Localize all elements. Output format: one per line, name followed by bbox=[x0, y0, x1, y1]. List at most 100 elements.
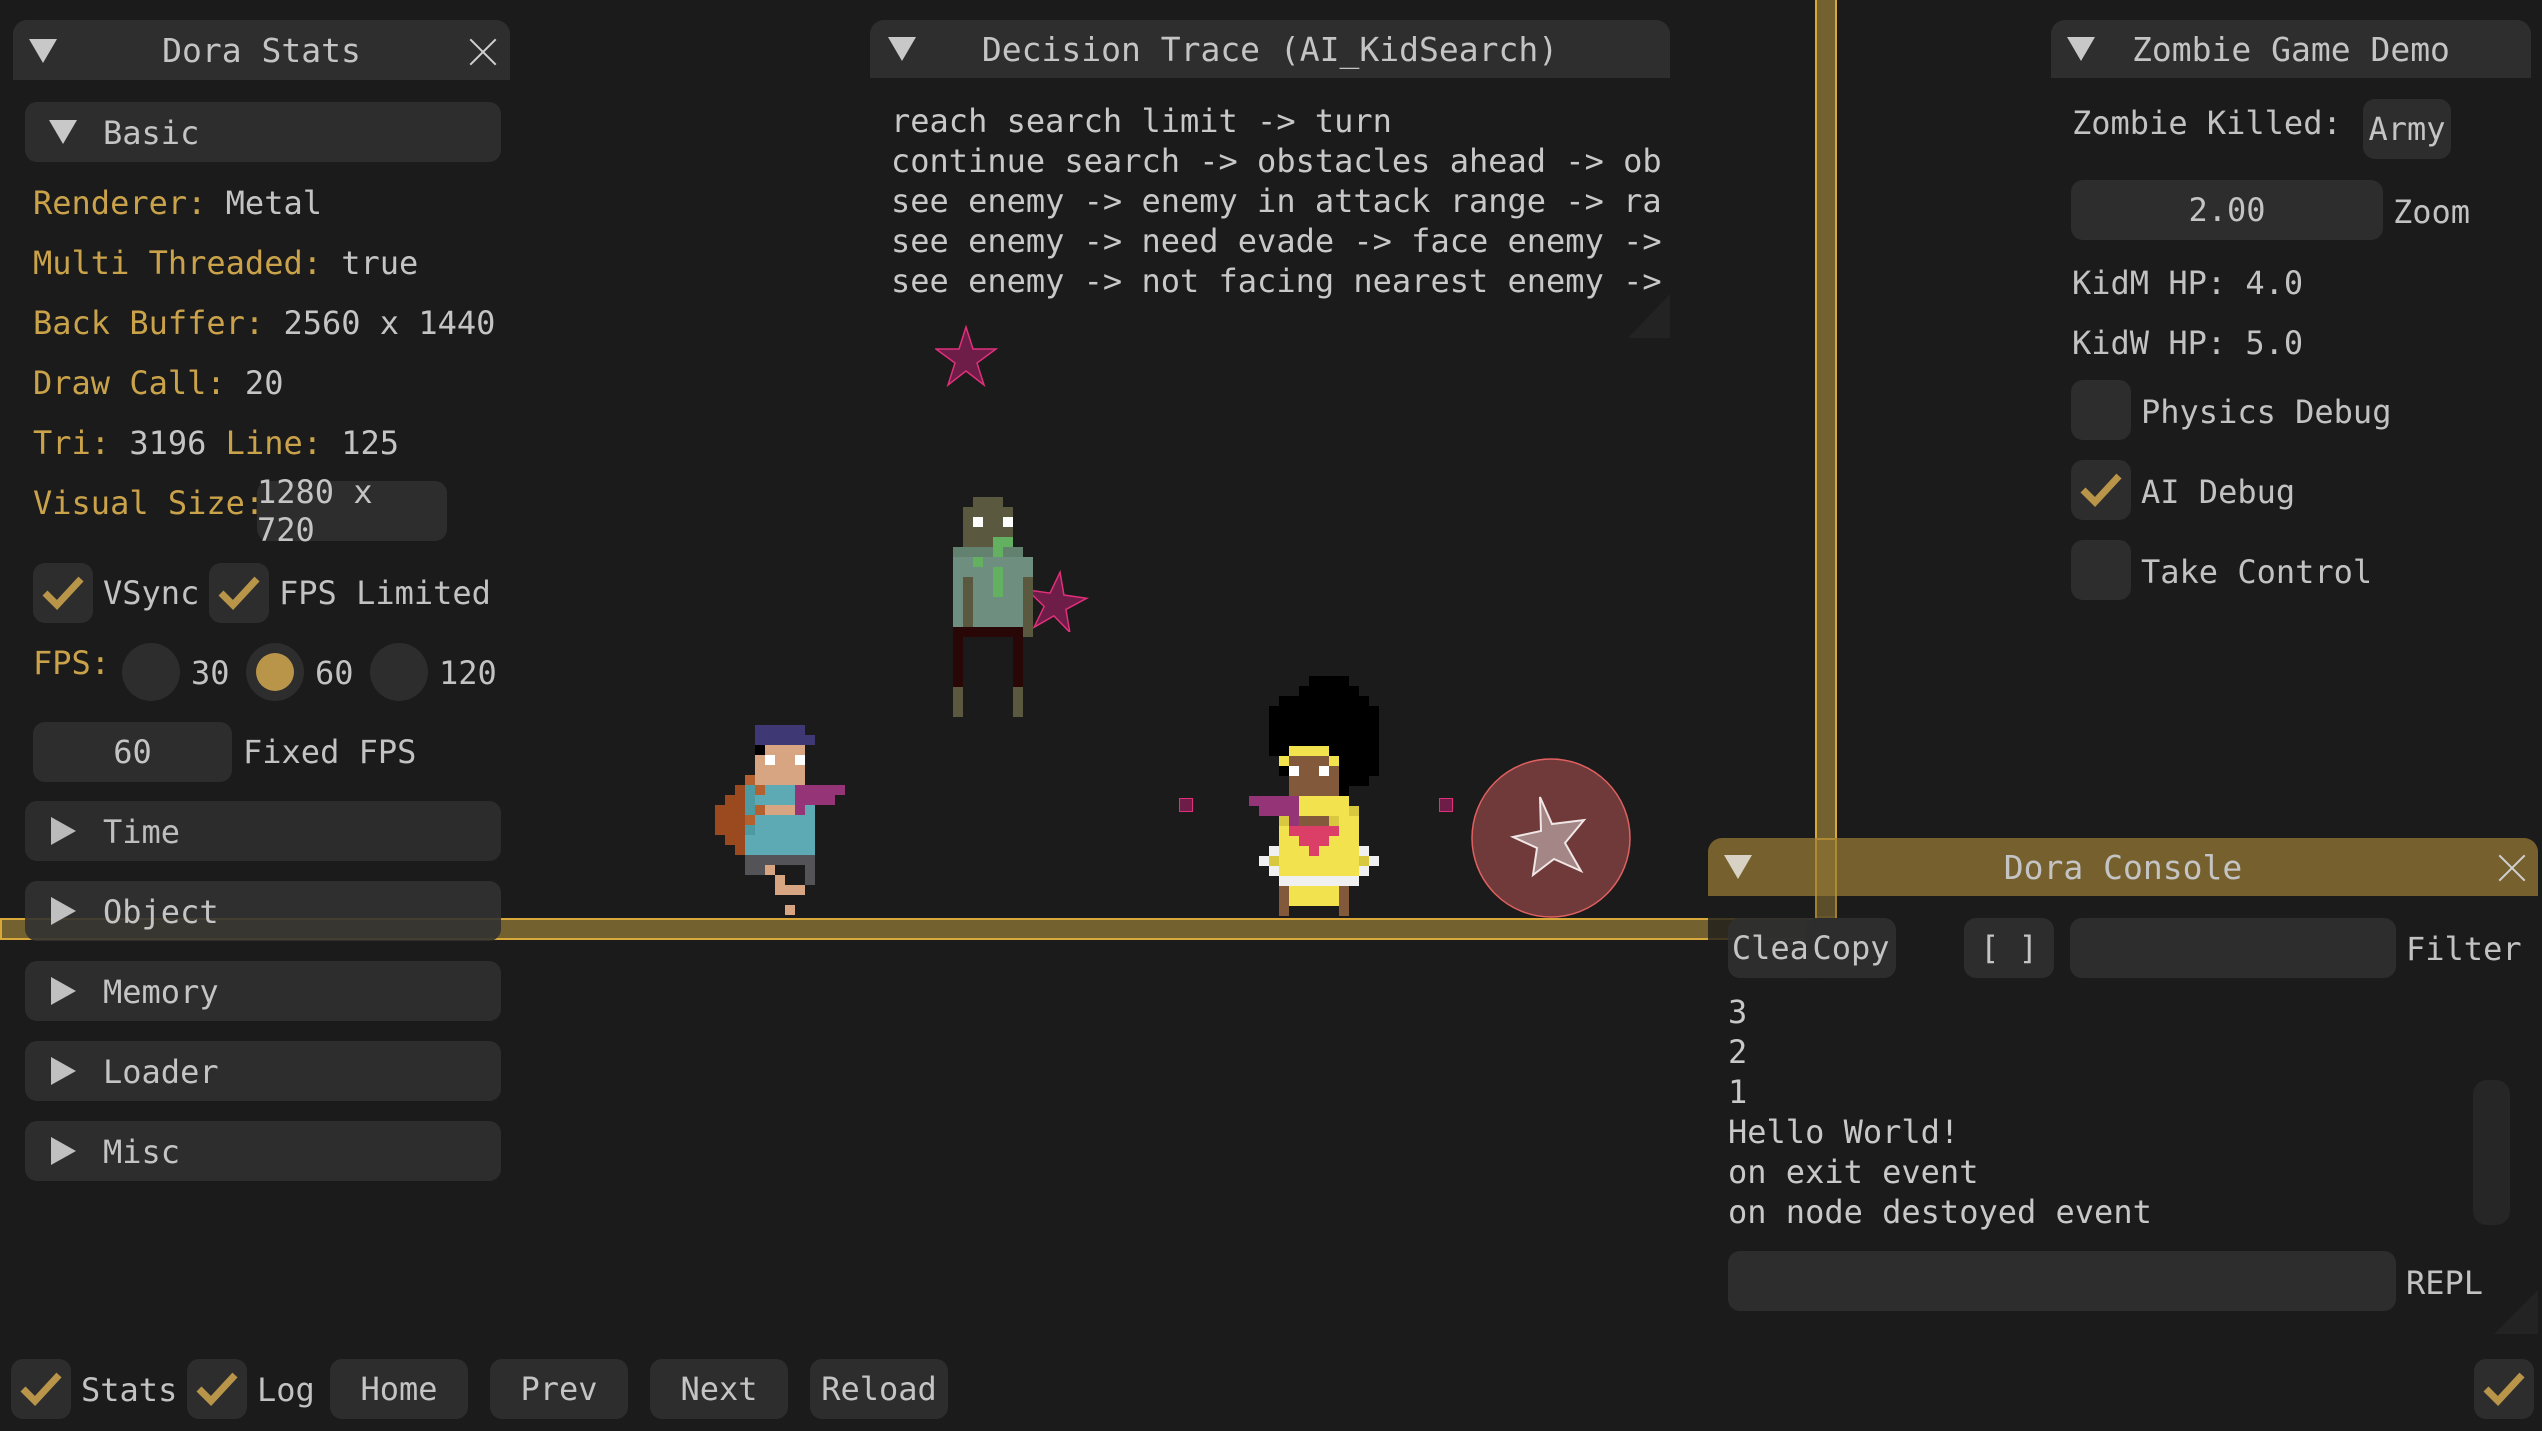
ai-debug-checkbox[interactable] bbox=[2071, 460, 2131, 520]
stats-panel-title: Dora Stats bbox=[162, 30, 361, 70]
section-time[interactable]: Time bbox=[25, 801, 501, 861]
decision-trace-header[interactable]: Decision Trace (AI_KidSearch) bbox=[870, 20, 1670, 78]
section-time-label: Time bbox=[103, 813, 181, 851]
section-loader[interactable]: Loader bbox=[25, 1041, 501, 1101]
fps-limited-checkbox[interactable] bbox=[209, 563, 269, 623]
army-button[interactable]: Army bbox=[2363, 99, 2451, 159]
vsync-label[interactable]: VSync bbox=[103, 574, 199, 612]
visualsize-value: 1280 x 720 bbox=[257, 473, 373, 549]
take-control-checkbox[interactable] bbox=[2071, 540, 2131, 600]
fixed-fps-value: 60 bbox=[113, 733, 152, 771]
resize-grip-icon[interactable] bbox=[1628, 294, 1670, 338]
corner-toggle-checkbox[interactable] bbox=[2474, 1359, 2534, 1419]
console-title: Dora Console bbox=[2003, 847, 2243, 887]
multithreaded-label: Multi Threaded: bbox=[33, 244, 322, 282]
trace-line: see enemy -> need evade -> face enemy ->… bbox=[891, 222, 1661, 260]
expand-icon bbox=[51, 1057, 76, 1085]
physics-debug-checkbox[interactable] bbox=[2071, 380, 2131, 440]
fps-option-120[interactable]: 120 bbox=[439, 654, 497, 692]
visualsize-field: 1280 x 720 bbox=[257, 473, 447, 549]
fps-radio-60[interactable] bbox=[246, 643, 304, 701]
ball-star-icon bbox=[1471, 758, 1631, 918]
fps-radio-120[interactable] bbox=[370, 643, 428, 701]
checkmark-icon bbox=[196, 1372, 238, 1407]
collapse-icon[interactable] bbox=[888, 37, 916, 61]
stats-panel-header[interactable]: Dora Stats bbox=[13, 20, 510, 80]
reload-button[interactable]: Reload bbox=[810, 1359, 948, 1419]
close-icon[interactable] bbox=[468, 38, 496, 66]
expand-icon bbox=[51, 817, 76, 845]
console-log-line: 3 bbox=[1728, 993, 1748, 1031]
kidm-hp: KidM HP: 4.0 bbox=[2072, 264, 2304, 302]
zoom-input[interactable]: 2.00 bbox=[2071, 180, 2383, 240]
console-log-line: 1 bbox=[1728, 1073, 1748, 1111]
vsync-checkbox[interactable] bbox=[33, 563, 93, 623]
checkmark-icon bbox=[20, 1372, 62, 1407]
debug-star-icon bbox=[1026, 570, 1090, 632]
expand-icon bbox=[51, 1137, 76, 1165]
collapse-icon[interactable] bbox=[1724, 855, 1752, 879]
decision-trace-title: Decision Trace (AI_KidSearch) bbox=[981, 29, 1559, 69]
fps-limited-label[interactable]: FPS Limited bbox=[279, 574, 491, 612]
expand-icon bbox=[51, 977, 76, 1005]
stats-toggle-label[interactable]: Stats bbox=[81, 1371, 177, 1409]
resize-grip-icon[interactable] bbox=[2494, 1290, 2538, 1334]
stats-toggle-checkbox[interactable] bbox=[11, 1359, 71, 1419]
collapse-icon[interactable] bbox=[29, 39, 57, 63]
log-toggle-checkbox[interactable] bbox=[187, 1359, 247, 1419]
section-misc-label: Misc bbox=[103, 1133, 181, 1171]
console-scrollbar[interactable] bbox=[2473, 1080, 2510, 1225]
console-repl-input[interactable] bbox=[1728, 1251, 2396, 1311]
fps-radio-30[interactable] bbox=[122, 643, 180, 701]
section-loader-label: Loader bbox=[103, 1053, 219, 1091]
section-basic[interactable]: Basic bbox=[25, 102, 501, 162]
ai-debug-label[interactable]: AI Debug bbox=[2141, 473, 2295, 511]
fps-label: FPS: bbox=[33, 644, 111, 682]
console-filter-input[interactable] bbox=[2070, 918, 2396, 978]
physics-debug-label[interactable]: Physics Debug bbox=[2141, 393, 2391, 431]
prev-button[interactable]: Prev bbox=[490, 1359, 628, 1419]
section-object[interactable]: Object bbox=[25, 881, 501, 941]
physics-wall bbox=[1815, 0, 1837, 918]
zombie-panel-header[interactable]: Zombie Game Demo bbox=[2051, 20, 2531, 78]
line-label: Line: bbox=[225, 424, 322, 462]
close-icon[interactable] bbox=[2497, 854, 2525, 882]
debug-marker bbox=[1179, 798, 1193, 812]
fps-option-60[interactable]: 60 bbox=[315, 654, 354, 692]
log-toggle-label[interactable]: Log bbox=[257, 1371, 315, 1409]
debug-marker bbox=[1439, 798, 1453, 812]
kidw-hp: KidW HP: 5.0 bbox=[2072, 324, 2304, 362]
backbuffer-value: 2560 x 1440 bbox=[283, 304, 496, 342]
take-control-label[interactable]: Take Control bbox=[2141, 553, 2372, 591]
section-basic-label: Basic bbox=[103, 114, 200, 152]
section-memory[interactable]: Memory bbox=[25, 961, 501, 1021]
console-log-line: on exit event bbox=[1728, 1153, 1979, 1191]
section-memory-label: Memory bbox=[103, 973, 219, 1011]
fps-option-30[interactable]: 30 bbox=[191, 654, 230, 692]
section-misc[interactable]: Misc bbox=[25, 1121, 501, 1181]
checkmark-icon bbox=[42, 576, 84, 611]
expand-icon bbox=[51, 897, 76, 925]
tri-label: Tri: bbox=[33, 424, 111, 462]
console-brackets-button[interactable]: [ ] bbox=[1964, 918, 2054, 978]
collapse-icon bbox=[49, 120, 77, 144]
fixed-fps-label: Fixed FPS bbox=[243, 733, 417, 771]
collapse-icon[interactable] bbox=[2067, 37, 2095, 61]
drawcall-label: Draw Call: bbox=[33, 364, 226, 402]
zoom-label: Zoom bbox=[2393, 193, 2471, 231]
console-copy-button[interactable]: Copy bbox=[1806, 918, 1896, 978]
console-repl-label: REPL bbox=[2406, 1264, 2484, 1302]
drawcall-value: 20 bbox=[244, 364, 284, 402]
multithreaded-value: true bbox=[341, 244, 419, 282]
checkmark-icon bbox=[2483, 1372, 2525, 1407]
console-log-line: 2 bbox=[1728, 1033, 1748, 1071]
home-button[interactable]: Home bbox=[330, 1359, 468, 1419]
console-log-line: Hello World! bbox=[1728, 1113, 1960, 1151]
trace-line: reach search limit -> turn bbox=[891, 102, 1392, 140]
backbuffer-label: Back Buffer: bbox=[33, 304, 265, 342]
trace-line: see enemy -> enemy in attack range -> ra… bbox=[891, 182, 1661, 220]
zombie-killed-label: Zombie Killed: 8 bbox=[2072, 104, 2381, 142]
fixed-fps-input[interactable]: 60 bbox=[33, 722, 232, 782]
zoom-value: 2.00 bbox=[2188, 191, 2266, 229]
next-button[interactable]: Next bbox=[650, 1359, 788, 1419]
